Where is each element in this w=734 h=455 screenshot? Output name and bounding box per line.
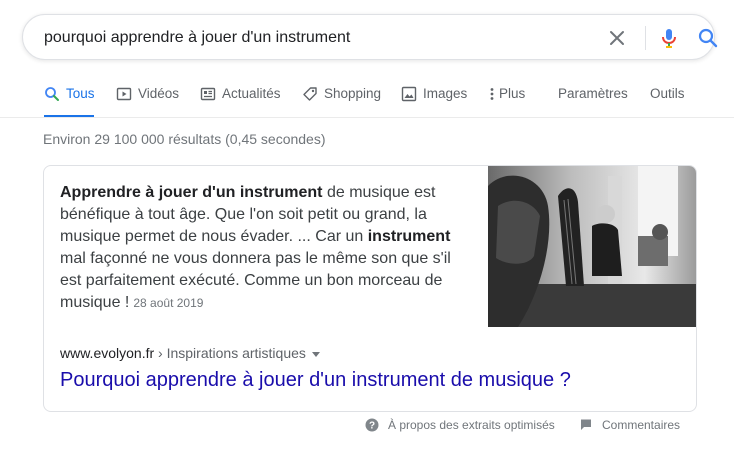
search-tabs: Tous Vidéos Actualités Shopping Images P… — [0, 80, 734, 118]
image-icon — [401, 86, 417, 102]
tab-shopping[interactable]: Shopping — [302, 80, 381, 118]
microphone-icon[interactable] — [657, 26, 681, 50]
feedback-link[interactable]: Commentaires — [579, 418, 680, 432]
close-icon[interactable] — [605, 26, 629, 50]
tab-tous[interactable]: Tous — [44, 80, 95, 118]
tag-icon — [302, 86, 318, 102]
feedback-label: Commentaires — [602, 418, 681, 432]
tabs-divider — [0, 117, 734, 118]
tab-label: Paramètres — [558, 86, 628, 101]
video-icon — [116, 86, 132, 102]
snippet-bold: instrument — [367, 228, 451, 245]
svg-text:?: ? — [369, 421, 375, 432]
result-breadcrumb: › Inspirations artistiques — [154, 345, 306, 361]
result-domain: www.evolyon.fr — [60, 345, 155, 361]
tab-parametres[interactable]: Paramètres — [558, 80, 628, 118]
about-snippets-label: À propos des extraits optimisés — [388, 418, 555, 432]
snippet-bold: Apprendre à jouer d'un instrument — [60, 184, 323, 201]
tab-plus[interactable]: Plus — [488, 80, 525, 118]
news-icon — [200, 86, 216, 102]
search-icon — [44, 86, 60, 102]
tab-label: Actualités — [222, 86, 281, 101]
search-input[interactable] — [44, 28, 564, 48]
about-snippets-link[interactable]: ? À propos des extraits optimisés — [365, 418, 555, 432]
feedback-flag-icon — [579, 418, 593, 432]
more-vert-icon — [488, 86, 496, 102]
search-icon[interactable] — [696, 26, 720, 50]
snippet-thumbnail[interactable] — [488, 166, 696, 327]
result-title-link[interactable]: Pourquoi apprendre à jouer d'un instrume… — [60, 369, 571, 392]
tab-videos[interactable]: Vidéos — [116, 80, 179, 118]
help-circle-icon: ? — [365, 418, 379, 432]
tab-outils[interactable]: Outils — [650, 80, 685, 118]
tab-label: Plus — [499, 86, 526, 101]
featured-snippet-card: Apprendre à jouer d'un instrument de mus… — [43, 165, 697, 412]
tab-actualites[interactable]: Actualités — [200, 80, 281, 118]
tab-label: Outils — [650, 86, 685, 101]
tab-images[interactable]: Images — [401, 80, 467, 118]
chevron-down-icon[interactable] — [311, 351, 320, 357]
tab-label: Tous — [66, 86, 95, 101]
search-box[interactable] — [22, 14, 718, 60]
snippet-date: 28 août 2019 — [133, 296, 204, 310]
snippet-body: mal façonné ne vous donnera pas le même … — [60, 250, 451, 311]
tab-label: Images — [423, 86, 468, 101]
divider — [645, 26, 646, 50]
result-stats: Environ 29 100 000 résultats (0,45 secon… — [43, 131, 326, 147]
snippet-text: Apprendre à jouer d'un instrument de mus… — [60, 182, 460, 314]
tab-label: Shopping — [324, 86, 382, 101]
tab-label: Vidéos — [138, 86, 180, 101]
result-cite[interactable]: www.evolyon.fr › Inspirations artistique… — [60, 345, 320, 361]
